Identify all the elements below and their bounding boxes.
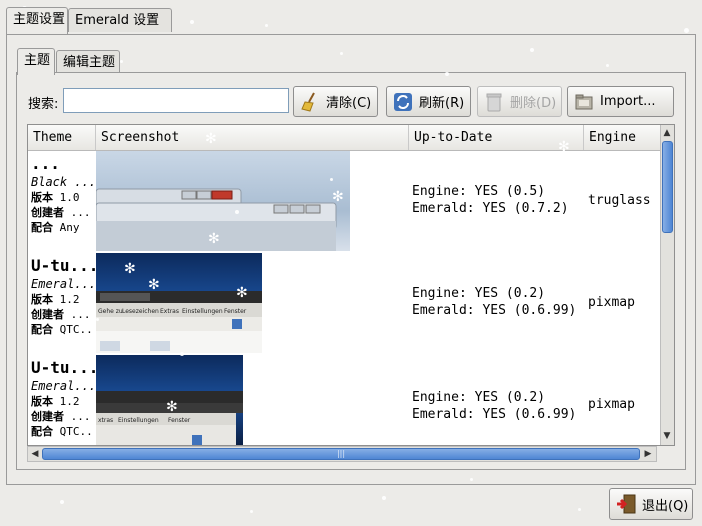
preview-menu-item: Fenster: [224, 308, 247, 315]
refresh-label: 刷新(R): [419, 96, 465, 111]
tab-themes[interactable]: 主题: [17, 48, 55, 75]
scroll-down-icon[interactable]: ▼: [661, 429, 673, 443]
up-to-date-status: Engine: YES (0.2) Emerald: YES (0.6.99): [412, 389, 576, 423]
creator-label: 创建者: [31, 308, 64, 321]
creator-label: 创建者: [31, 410, 64, 423]
import-folder-icon: [574, 92, 594, 112]
version-label: 版本: [31, 191, 53, 204]
refresh-icon: [393, 92, 413, 112]
preview-menu-item: Einstellungen: [118, 417, 159, 424]
preview-menu-item: Einstellungen: [182, 308, 223, 315]
theme-meta: U-tu... Emeral... 版本 1.2 创建者 ... 配合 QTC.…: [31, 255, 95, 337]
tab-edit-theme[interactable]: 编辑主题: [56, 50, 120, 73]
theme-version: 1.2: [59, 293, 80, 306]
preview-menu-item: Extras: [160, 308, 179, 315]
quit-button[interactable]: 退出(Q): [609, 488, 693, 520]
theme-description: Emeral...: [31, 277, 95, 291]
theme-version: 1.2: [59, 395, 80, 408]
scroll-right-icon[interactable]: ▶: [642, 447, 654, 461]
import-button[interactable]: Import...: [567, 86, 674, 117]
theme-screenshot: Gehe zu Lesezeichen Extras Einstellungen…: [96, 253, 262, 353]
clear-label: 清除(C): [326, 96, 372, 111]
import-label: Import...: [600, 94, 656, 109]
theme-row[interactable]: U-tu... Emeral... 版本 1.2 创建者 ... 配合 QTC.…: [28, 253, 660, 355]
emerald-status: Emerald: YES (0.6.99): [412, 407, 577, 422]
preview-menu-item: Fenster: [168, 417, 191, 424]
theme-screenshot: xtras Einstellungen Fenster: [96, 355, 243, 445]
theme-creator: ...: [70, 206, 91, 219]
snowflake: [684, 28, 689, 33]
theme-row[interactable]: ... Black ... 版本 1.0 创建者 ... 配合 Any Engi…: [28, 151, 660, 253]
theme-meta: U-tu... Emeral... 版本 1.2 创建者 ... 配合 QTC.…: [31, 357, 95, 439]
column-up-to-date[interactable]: Up-to-Date: [409, 125, 584, 150]
suits-label: 配合: [31, 425, 53, 438]
emerald-status: Emerald: YES (0.7.2): [412, 201, 569, 216]
scroll-left-icon[interactable]: ◀: [29, 447, 41, 461]
theme-suits: QTC...: [59, 425, 95, 438]
column-engine[interactable]: Engine: [584, 125, 660, 150]
snowflake: [250, 510, 253, 513]
theme-engine: pixmap: [588, 295, 635, 310]
column-theme[interactable]: Theme: [28, 125, 96, 150]
theme-row[interactable]: U-tu... Emeral... 版本 1.2 创建者 ... 配合 QTC.…: [28, 355, 660, 445]
version-label: 版本: [31, 293, 53, 306]
suits-label: 配合: [31, 323, 53, 336]
preview-menu-item: Lesezeichen: [122, 308, 159, 315]
creator-label: 创建者: [31, 206, 64, 219]
theme-name: ...: [31, 154, 60, 173]
theme-creator: ...: [70, 308, 91, 321]
snowflake: [190, 20, 194, 24]
theme-engine: truglass: [588, 193, 651, 208]
tab-theme-settings[interactable]: 主题设置: [6, 7, 68, 34]
search-label: 搜索:: [28, 97, 59, 112]
theme-suits: QTC...: [59, 323, 95, 336]
suits-label: 配合: [31, 221, 53, 234]
up-to-date-status: Engine: YES (0.5) Emerald: YES (0.7.2): [412, 183, 569, 217]
engine-status: Engine: YES (0.5): [412, 184, 546, 199]
vertical-scroll-thumb[interactable]: [662, 141, 673, 233]
theme-version: 1.0: [59, 191, 80, 204]
column-screenshot[interactable]: Screenshot: [96, 125, 409, 150]
theme-screenshot: [96, 151, 350, 251]
up-to-date-status: Engine: YES (0.2) Emerald: YES (0.6.99): [412, 285, 576, 319]
vertical-scrollbar[interactable]: ▲ ▼: [660, 125, 674, 445]
theme-list[interactable]: Theme Screenshot Up-to-Date Engine ... B…: [27, 124, 675, 446]
delete-button[interactable]: 删除(D): [477, 86, 562, 117]
preview-menu-item: xtras: [98, 417, 113, 424]
engine-status: Engine: YES (0.2): [412, 390, 546, 405]
theme-meta: ... Black ... 版本 1.0 创建者 ... 配合 Any: [31, 153, 95, 235]
horizontal-scrollbar[interactable]: ◀ ||| ▶: [27, 446, 657, 462]
delete-label: 删除(D): [510, 96, 557, 111]
trash-icon: [484, 92, 504, 112]
snowflake: [382, 496, 386, 500]
emerald-status: Emerald: YES (0.6.99): [412, 303, 577, 318]
theme-creator: ...: [70, 410, 91, 423]
version-label: 版本: [31, 395, 53, 408]
exit-door-icon: [616, 494, 636, 514]
theme-name: U-tu...: [31, 256, 95, 275]
theme-engine: pixmap: [588, 397, 635, 412]
search-input[interactable]: [63, 88, 289, 113]
tab-emerald-settings[interactable]: Emerald 设置: [68, 8, 172, 32]
theme-description: Black ...: [31, 175, 95, 189]
preview-menu-item: Gehe zu: [98, 308, 123, 315]
snowflake: [60, 500, 64, 504]
horizontal-scroll-thumb[interactable]: |||: [42, 448, 640, 460]
list-header: Theme Screenshot Up-to-Date Engine: [28, 125, 660, 151]
theme-description: Emeral...: [31, 379, 95, 393]
scroll-up-icon[interactable]: ▲: [661, 126, 673, 140]
clear-button[interactable]: 清除(C): [293, 86, 378, 117]
theme-name: U-tu...: [31, 358, 95, 377]
refresh-button[interactable]: 刷新(R): [386, 86, 471, 117]
broom-icon: [300, 92, 320, 112]
snowflake: [265, 24, 268, 27]
snowflake: [578, 508, 581, 511]
quit-label: 退出(Q): [642, 498, 689, 514]
engine-status: Engine: YES (0.2): [412, 286, 546, 301]
theme-suits: Any: [59, 221, 80, 234]
